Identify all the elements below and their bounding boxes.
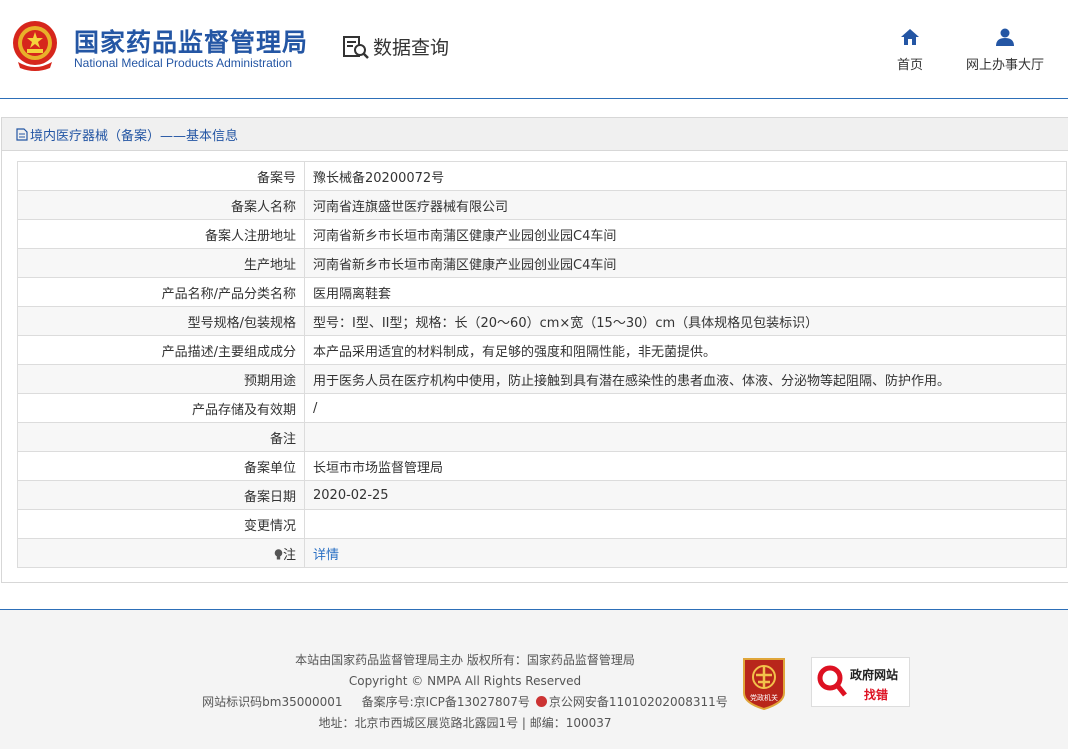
- row-label: 备案人名称: [17, 190, 305, 220]
- row-label: 备案日期: [17, 480, 305, 510]
- site-header: 国家药品监督管理局 National Medical Products Admi…: [0, 0, 1068, 99]
- nav-online-service-label: 网上办事大厅: [966, 58, 1045, 73]
- footer-copyright: Copyright © NMPA All Rights Reserved: [348, 674, 582, 688]
- data-query-title: 数据查询: [342, 33, 449, 60]
- footer-sponsor: 本站由国家药品监督管理局主办 版权所有：国家药品监督管理局: [295, 653, 635, 667]
- footer-address: 地址：北京市西城区展览路北露园1号 | 邮编：100037: [318, 716, 612, 730]
- party-government-badge-icon[interactable]: 党政机关: [740, 655, 788, 711]
- row-label: 备案人注册地址: [17, 219, 305, 249]
- row-value: 型号：I型、II型；规格：长（20～60）cm×宽（15～30）cm（具体规格见…: [304, 306, 1067, 336]
- nav-home-label: 首页: [897, 58, 924, 73]
- lightbulb-icon: [274, 548, 283, 559]
- table-row: 备案单位 长垣市市场监督管理局: [17, 451, 1067, 481]
- table-row: 变更情况: [17, 509, 1067, 539]
- row-value: 医用隔离鞋套: [304, 277, 1067, 307]
- table-row: 产品名称/产品分类名称 医用隔离鞋套: [17, 277, 1067, 307]
- table-row: 备案人名称 河南省连旗盛世医疗器械有限公司: [17, 190, 1067, 220]
- table-row: 注 详情: [17, 538, 1067, 568]
- row-value: [304, 422, 1067, 452]
- row-label-note: 注: [17, 538, 305, 568]
- site-title-en[interactable]: National Medical Products Administration: [74, 56, 292, 70]
- row-value: 用于医务人员在医疗机构中使用，防止接触到具有潜在感染性的患者血液、体液、分泌物等…: [304, 364, 1067, 394]
- row-label: 产品描述/主要组成成分: [17, 335, 305, 365]
- row-label: 产品存储及有效期: [17, 393, 305, 423]
- table-row: 型号规格/包装规格 型号：I型、II型；规格：长（20～60）cm×宽（15～30…: [17, 306, 1067, 336]
- user-icon: [996, 28, 1014, 46]
- panel-title-text: 境内医疗器械（备案）——基本信息: [30, 128, 239, 144]
- row-value: /: [304, 393, 1067, 423]
- table-row: 备案日期 2020-02-25: [17, 480, 1067, 510]
- row-label: 型号规格/包装规格: [17, 306, 305, 336]
- row-value: [304, 509, 1067, 539]
- row-label: 变更情况: [17, 509, 305, 539]
- data-query-icon: [343, 35, 369, 59]
- row-value: 2020-02-25: [304, 480, 1067, 510]
- note-label: 注: [282, 547, 296, 563]
- row-value: 豫长械备20200072号: [304, 161, 1067, 191]
- table-row: 备案号 豫长械备20200072号: [17, 161, 1067, 191]
- info-table: 备案号 豫长械备20200072号 备案人名称 河南省连旗盛世医疗器械有限公司 备案…: [17, 161, 1067, 568]
- row-value: 河南省新乡市长垣市南蒲区健康产业园创业园C4车间: [304, 219, 1067, 249]
- row-value-note: 详情: [304, 538, 1067, 568]
- footer-info: 本站由国家药品监督管理局主办 版权所有：国家药品监督管理局 Copyright …: [200, 650, 730, 734]
- table-row: 生产地址 河南省新乡市长垣市南蒲区健康产业园创业园C4车间: [17, 248, 1067, 278]
- find-error-label: 找错: [864, 688, 889, 702]
- table-row: 备注: [17, 422, 1067, 452]
- footer-icp-link[interactable]: 备案序号:京ICP备13027807号: [362, 695, 530, 709]
- footer-police-link[interactable]: 京公网安备11010202008311号: [549, 695, 728, 709]
- panel-title: 境内医疗器械（备案）——基本信息: [2, 118, 1068, 151]
- row-label: 预期用途: [17, 364, 305, 394]
- row-value: 本产品采用适宜的材料制成，有足够的强度和阻隔性能，非无菌提供。: [304, 335, 1067, 365]
- footer-registrations: 网站标识码bm35000001 备案序号:京ICP备13027807号 京公网安备…: [200, 692, 730, 713]
- party-government-badge-text: 党政机关: [750, 693, 778, 702]
- home-icon: [901, 29, 919, 45]
- row-label: 生产地址: [17, 248, 305, 278]
- table-row: 产品描述/主要组成成分 本产品采用适宜的材料制成，有足够的强度和阻隔性能，非无菌提…: [17, 335, 1067, 365]
- row-label: 备案单位: [17, 451, 305, 481]
- row-value: 河南省新乡市长垣市南蒲区健康产业园创业园C4车间: [304, 248, 1067, 278]
- table-row: 产品存储及有效期 /: [17, 393, 1067, 423]
- data-query-label: 数据查询: [373, 37, 450, 59]
- row-label: 产品名称/产品分类名称: [17, 277, 305, 307]
- magnifier-icon: [817, 665, 847, 697]
- national-emblem-icon: [13, 21, 57, 71]
- details-link[interactable]: 详情: [313, 548, 339, 563]
- gov-site-label: 政府网站: [850, 668, 899, 682]
- gov-site-error-report[interactable]: 政府网站 找错: [811, 657, 910, 707]
- site-title-cn[interactable]: 国家药品监督管理局: [74, 23, 308, 59]
- nav-home[interactable]: 首页: [897, 28, 923, 73]
- footer-site-id: 网站标识码bm35000001: [202, 695, 343, 709]
- row-value: 河南省连旗盛世医疗器械有限公司: [304, 190, 1067, 220]
- row-label: 备注: [17, 422, 305, 452]
- police-badge-icon: [535, 696, 547, 707]
- row-value: 长垣市市场监督管理局: [304, 451, 1067, 481]
- table-row: 预期用途 用于医务人员在医疗机构中使用，防止接触到具有潜在感染性的患者血液、体液、…: [17, 364, 1067, 394]
- info-panel: 境内医疗器械（备案）——基本信息 备案号 豫长械备20200072号 备案人名称河…: [1, 117, 1068, 583]
- row-label: 备案号: [17, 161, 305, 191]
- nav-online-service[interactable]: 网上办事大厅: [966, 28, 1044, 73]
- document-icon: [16, 127, 28, 141]
- table-row: 备案人注册地址 河南省新乡市长垣市南蒲区健康产业园创业园C4车间: [17, 219, 1067, 249]
